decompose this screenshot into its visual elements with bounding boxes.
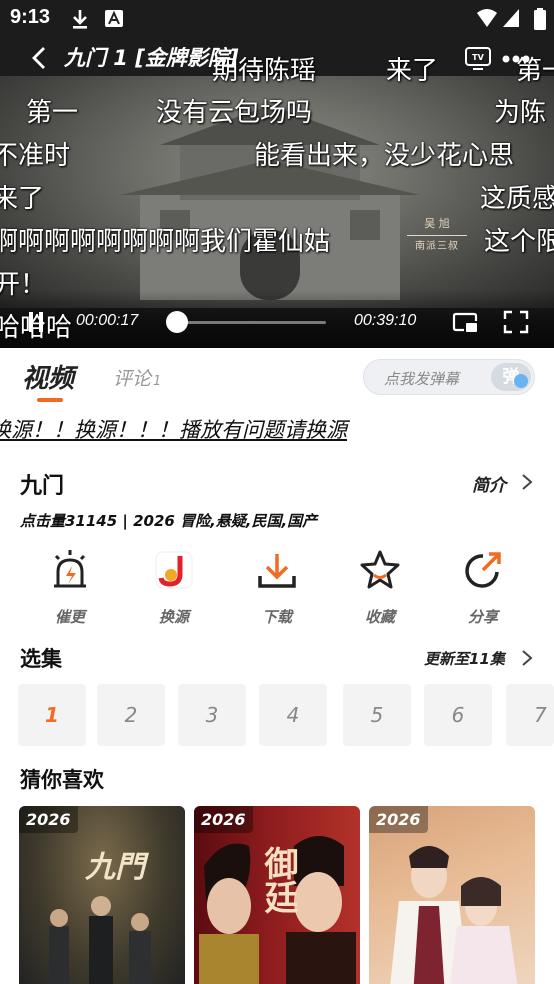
recommend-card[interactable]: 御廷 2026 xyxy=(194,806,360,984)
share-icon xyxy=(465,552,501,588)
picture-in-picture-icon[interactable] xyxy=(452,310,478,334)
recommend-title: 猜你喜欢 xyxy=(20,768,104,792)
svg-text:TV: TV xyxy=(472,53,484,62)
year-badge: 2026 xyxy=(369,806,428,833)
recommend-card[interactable]: 2026 xyxy=(369,806,535,984)
signal-icon xyxy=(503,9,519,27)
tab-comments[interactable]: 评论 1 xyxy=(113,364,161,391)
danmaku-item: 能看出来，没少花心思 xyxy=(254,141,515,171)
clock: 9:13 xyxy=(10,6,51,28)
back-arrow-icon[interactable] xyxy=(26,42,54,74)
progress-thumb[interactable] xyxy=(166,311,189,333)
tv-cast-icon[interactable]: TV xyxy=(464,46,492,70)
danmaku-item: 第一 xyxy=(26,98,79,128)
total-time: 00:39:10 xyxy=(354,312,417,329)
seal-line-1: 吴 旭 xyxy=(424,217,450,230)
year-badge: 2026 xyxy=(194,806,253,833)
danmaku-item: 这质感 xyxy=(480,184,554,214)
battery-icon xyxy=(534,8,546,30)
current-time: 00:00:17 xyxy=(76,312,139,329)
tab-video[interactable]: 视频 xyxy=(22,358,74,395)
show-name: 九门 xyxy=(20,474,65,499)
app-notification-icon xyxy=(105,10,123,27)
episodes-title: 选集 xyxy=(20,647,62,671)
download-button[interactable]: 下载 xyxy=(237,548,317,627)
danmaku-item: 没有云包场吗 xyxy=(156,98,313,128)
episodes-update-link[interactable]: 更新至11集 xyxy=(424,648,505,669)
detail-tabs: 视频 评论 1 点我发弹幕 弹 xyxy=(0,348,554,404)
danmaku-enabled-check-icon xyxy=(514,374,528,388)
episode-button-1[interactable]: 1 xyxy=(18,684,86,746)
danmaku-item: 不准时 xyxy=(0,141,71,171)
progress-bar[interactable] xyxy=(176,321,326,324)
intro-link[interactable]: 简介 xyxy=(472,471,506,496)
video-title: 九门 1 [金牌影院] xyxy=(64,46,239,70)
urge-update-label: 催更 xyxy=(54,608,85,626)
danmaku-item: 这个限 xyxy=(484,227,554,257)
download-icon xyxy=(258,554,296,588)
switch-source-button[interactable]: 换源 xyxy=(134,548,214,627)
title-seal: 吴 旭 南派三叔 xyxy=(402,216,472,255)
more-options-icon[interactable] xyxy=(502,54,530,64)
recommend-card[interactable]: 九門 2026 xyxy=(19,806,185,984)
tab-active-indicator xyxy=(37,398,63,402)
poster-title-text: 御廷 xyxy=(258,846,298,914)
status-bar: 9:13 xyxy=(0,0,554,38)
poster-title-text: 九門 xyxy=(85,850,145,885)
alarm-icon xyxy=(54,550,86,588)
building-image xyxy=(120,105,420,300)
action-bar: 催更 换源 下载 收藏 分享 xyxy=(0,548,554,628)
danmaku-item: 为陈 xyxy=(494,98,547,128)
player-title-bar: 九门 1 [金牌影院] TV xyxy=(0,40,554,76)
tab-comments-label: 评论 xyxy=(113,368,152,390)
show-meta: 点击量31145 | 2026 冒险,悬疑,民国,国产 xyxy=(20,512,318,530)
episode-button-6[interactable]: 6 xyxy=(424,684,492,746)
favorite-button[interactable]: 收藏 xyxy=(340,548,420,627)
pause-icon[interactable] xyxy=(28,312,44,332)
switch-source-icon xyxy=(155,551,193,589)
wifi-icon xyxy=(477,9,497,27)
episode-button-7[interactable]: 7 xyxy=(506,684,554,746)
share-label: 分享 xyxy=(467,608,498,626)
chevron-right-icon[interactable] xyxy=(520,648,534,668)
switch-source-label: 换源 xyxy=(158,608,189,626)
star-icon xyxy=(360,550,400,589)
danmaku-item: 来了 xyxy=(0,184,45,214)
chevron-right-icon[interactable] xyxy=(520,472,534,492)
danmaku-placeholder: 点我发弹幕 xyxy=(384,370,460,388)
fullscreen-icon[interactable] xyxy=(503,310,529,334)
danmaku-input[interactable]: 点我发弹幕 弹 xyxy=(363,359,535,395)
comment-count: 1 xyxy=(153,374,162,389)
danmaku-item: 啊啊啊啊啊啊啊啊我们霍仙姑 xyxy=(0,227,331,257)
share-button[interactable]: 分享 xyxy=(443,548,523,627)
episode-button-5[interactable]: 5 xyxy=(343,684,411,746)
danmaku-item: 开！ xyxy=(0,270,47,300)
episode-button-2[interactable]: 2 xyxy=(97,684,165,746)
year-badge: 2026 xyxy=(19,806,78,833)
episode-button-4[interactable]: 4 xyxy=(259,684,327,746)
download-label: 下载 xyxy=(261,608,292,626)
switch-source-notice[interactable]: 换源！！换源！！！播放有问题请换源 xyxy=(0,414,347,444)
video-player[interactable]: 吴 旭 南派三叔 期待陈瑶 来了 第一 第一 没有云包场吗 为陈 不准时 能看出… xyxy=(0,0,554,348)
download-notification-icon xyxy=(73,10,87,29)
seal-line-2: 南派三叔 xyxy=(415,241,459,252)
episode-button-3[interactable]: 3 xyxy=(178,684,246,746)
urge-update-button[interactable]: 催更 xyxy=(30,548,110,627)
player-controls: 00:00:17 00:39:10 xyxy=(0,304,554,340)
favorite-label: 收藏 xyxy=(364,608,395,626)
